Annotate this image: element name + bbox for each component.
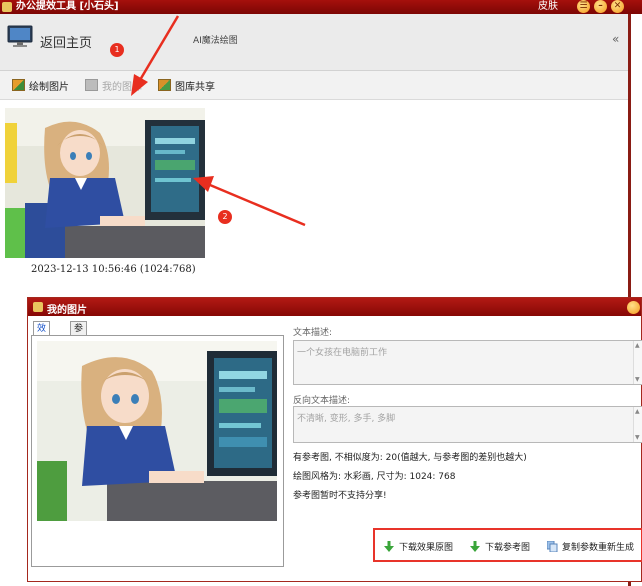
result-image [37, 341, 277, 521]
neg-desc-value: 不清晰, 变形, 多手, 多脚 [297, 414, 396, 424]
scroll-up-icon[interactable]: ▲ [635, 342, 640, 349]
download-reference-button[interactable]: 下载参考图 [470, 540, 530, 553]
dialog-app-icon [33, 302, 43, 312]
download-result-button[interactable]: 下载效果原图 [384, 540, 453, 553]
scroll-down-icon[interactable]: ▼ [635, 376, 640, 383]
text-desc-value: 一个女孩在电脑前工作 [297, 348, 388, 358]
tab-reference-image[interactable]: 参考图 [70, 321, 88, 362]
dialog-title-bar: 我的图片 [28, 298, 641, 316]
download-arrow-icon [470, 541, 480, 552]
download-result-label: 下载效果原图 [399, 543, 454, 553]
style-info: 绘图风格为: 水彩画, 尺寸为: 1024: 768 [293, 472, 456, 482]
scroll-down-icon[interactable]: ▼ [635, 434, 640, 441]
tab-panel [31, 335, 284, 567]
neg-desc-label: 反向文本描述: [293, 396, 351, 406]
my-image-dialog: 我的图片 效果图 参考图 [27, 297, 642, 582]
text-desc-label: 文本描述: [293, 328, 333, 338]
neg-desc-scrollbar[interactable]: ▲ ▼ [633, 407, 642, 442]
download-reference-label: 下载参考图 [485, 543, 531, 553]
dialog-close-icon[interactable] [627, 301, 640, 314]
annotation-badge-1: 1 [110, 43, 124, 57]
annotation-badge-2: 2 [218, 210, 232, 224]
scroll-up-icon[interactable]: ▲ [635, 408, 640, 415]
reference-info: 有参考图, 不相似度为: 20(值越大, 与参考图的差别也越大) [293, 453, 527, 463]
copy-params-button[interactable]: 复制参数重新生成 [546, 540, 635, 553]
text-desc-field[interactable]: 一个女孩在电脑前工作 ▲ ▼ [293, 340, 642, 385]
share-info: 参考图暂时不支持分享! [293, 491, 387, 501]
action-highlight-box: 下载效果原图 下载参考图 复制参数重新生成 [373, 528, 642, 562]
neg-desc-field[interactable]: 不清晰, 变形, 多手, 多脚 ▲ ▼ [293, 406, 642, 443]
copy-icon [546, 540, 558, 553]
dialog-title: 我的图片 [47, 305, 87, 316]
download-arrow-icon [384, 541, 394, 552]
copy-params-label: 复制参数重新生成 [562, 543, 635, 553]
text-desc-scrollbar[interactable]: ▲ ▼ [633, 341, 642, 384]
